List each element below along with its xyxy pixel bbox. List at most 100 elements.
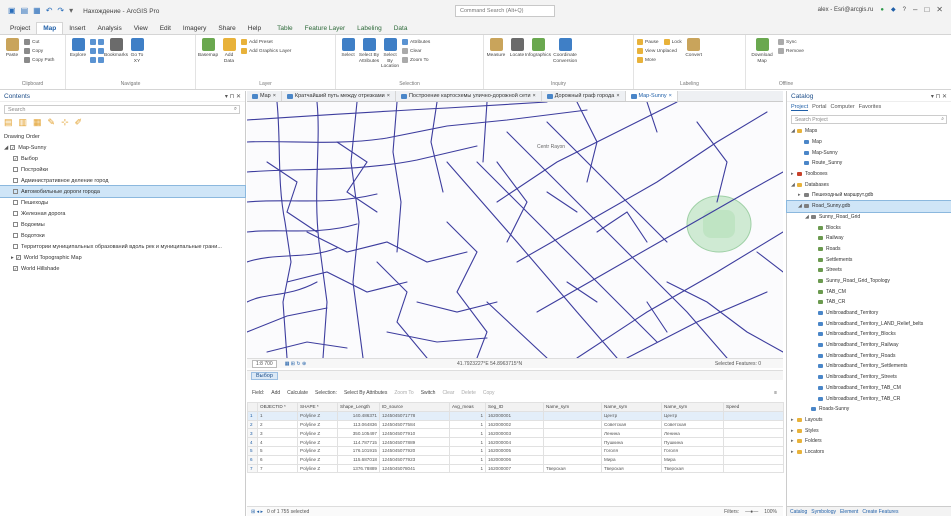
full-extent-button[interactable]: [90, 48, 104, 54]
layer-item[interactable]: Административное деление город: [0, 175, 245, 186]
more-labeling-button[interactable]: More: [637, 57, 682, 63]
save-icon[interactable]: ▦: [33, 7, 41, 15]
layer-visibility-checkbox[interactable]: [13, 189, 18, 194]
layer-item[interactable]: ✓ Выбор: [0, 153, 245, 164]
tab-close-icon[interactable]: ×: [669, 91, 672, 101]
tree-expander-icon[interactable]: ▸: [791, 438, 795, 444]
table-cell[interactable]: 162000003: [485, 428, 544, 439]
layer-visibility-checkbox[interactable]: [13, 178, 18, 183]
table-cell[interactable]: 1: [449, 410, 486, 421]
table-cell[interactable]: 7: [257, 463, 298, 474]
row-number[interactable]: 6: [247, 454, 258, 465]
delete-link[interactable]: Delete: [461, 390, 475, 396]
table-cell[interactable]: 350.105497: [337, 428, 380, 439]
table-cell[interactable]: Гоголя: [601, 445, 662, 456]
table-cell[interactable]: 1245045077920: [379, 445, 450, 456]
tree-expander-icon[interactable]: ▸: [791, 428, 795, 434]
add-preset-button[interactable]: Add Preset: [241, 39, 291, 45]
catalog-item[interactable]: ▸ Toolboxes: [787, 169, 951, 180]
table-cell[interactable]: 162000001: [485, 410, 544, 421]
clear-selection-button[interactable]: Clear: [402, 48, 430, 54]
table-nav-icons[interactable]: ⊞ ◂ ▸: [251, 509, 263, 515]
search-icon[interactable]: ⌕: [234, 106, 237, 113]
table-cell[interactable]: 1: [449, 463, 486, 474]
table-row[interactable]: 1 1 Polyline Z 140.486371 1245045071778 1 1620…: [247, 410, 784, 421]
column-header[interactable]: Avg_meas: [449, 402, 486, 412]
bottom-pane-tab[interactable]: Element: [840, 509, 858, 515]
catalog-item[interactable]: TAB_CM: [787, 286, 951, 297]
notification-icon[interactable]: ●: [880, 7, 884, 13]
row-number[interactable]: 4: [247, 437, 258, 447]
ribbon-tab[interactable]: Feature Layer: [299, 23, 351, 34]
catalog-item[interactable]: Unibroadband_Territory_Blocks: [787, 329, 951, 340]
table-cell[interactable]: Советская: [601, 419, 662, 430]
table-cell[interactable]: Мира: [661, 454, 724, 465]
table-cell[interactable]: Polyline Z: [297, 410, 338, 421]
minimize-icon[interactable]: –: [913, 5, 917, 14]
copy-link[interactable]: Copy: [483, 390, 495, 396]
catalog-item[interactable]: Unibroadband_Territory_TAB_CR: [787, 393, 951, 404]
table-cell[interactable]: Центр: [601, 410, 662, 421]
tree-expander-icon[interactable]: ▸: [791, 171, 795, 177]
catalog-item[interactable]: Unibroadband_Territory_LAND_Relief_belts: [787, 318, 951, 329]
column-header[interactable]: Seg_ID: [485, 402, 544, 412]
ribbon-tab[interactable]: Edit: [154, 23, 177, 34]
tree-expander-icon[interactable]: ◢: [791, 128, 795, 134]
table-cell[interactable]: 5: [257, 445, 298, 456]
table-cell[interactable]: 176.101915: [337, 445, 380, 456]
catalog-item[interactable]: ▸ Styles: [787, 425, 951, 436]
table-cell[interactable]: Мира: [601, 454, 662, 465]
map-tab[interactable]: Дорожный граф города ×: [542, 91, 626, 101]
ribbon-tab[interactable]: View: [128, 23, 154, 34]
map-tab[interactable]: Map-Sunny ×: [625, 91, 678, 101]
attribute-table-tab[interactable]: Выбор: [247, 370, 783, 380]
catalog-item[interactable]: Route_Sunny: [787, 158, 951, 169]
open-project-icon[interactable]: ▤: [21, 7, 29, 15]
bottom-pane-tab[interactable]: Symbology: [811, 509, 836, 515]
table-cell[interactable]: [543, 419, 602, 430]
column-header[interactable]: Name_sym: [601, 402, 662, 412]
table-cell[interactable]: Polyline Z: [297, 428, 338, 439]
catalog-item[interactable]: Unibroadband_Territory_Streets: [787, 372, 951, 383]
copy-path-button[interactable]: Copy Path: [24, 57, 54, 63]
layer-item[interactable]: Водотоки: [0, 230, 245, 241]
layer-visibility-checkbox[interactable]: [13, 222, 18, 227]
table-cell[interactable]: Polyline Z: [297, 454, 338, 465]
table-cell[interactable]: 1245045071778: [379, 410, 450, 421]
map-tab[interactable]: Построение картосхемы улично-дорожной се…: [396, 91, 542, 101]
table-cell[interactable]: Тверская: [543, 463, 602, 474]
table-cell[interactable]: Гоголя: [661, 445, 724, 456]
table-menu-icon[interactable]: ≡: [774, 390, 777, 396]
list-by-editing-icon[interactable]: ✎: [48, 118, 56, 127]
table-cell[interactable]: Центр: [661, 410, 724, 421]
catalog-item[interactable]: ◢ Road_Sunny.gdb: [786, 199, 951, 213]
sync-button[interactable]: Sync: [778, 39, 804, 45]
list-by-labeling-icon[interactable]: ✐: [75, 118, 83, 127]
table-cell[interactable]: [723, 445, 784, 456]
list-by-selection-icon[interactable]: ▦: [33, 118, 42, 127]
map-nav-icons[interactable]: ▦ ⊞ ↻ ⊕: [285, 361, 306, 367]
table-cell[interactable]: Тверская: [661, 463, 724, 474]
layer-visibility-checkbox[interactable]: ✓: [13, 156, 18, 161]
search-icon[interactable]: ⌕: [941, 116, 944, 122]
table-cell[interactable]: 6: [257, 454, 298, 465]
table-cell[interactable]: [543, 454, 602, 465]
table-cell[interactable]: [543, 428, 602, 439]
table-cell[interactable]: 1245045077889: [379, 437, 450, 447]
catalog-item[interactable]: Settlements: [787, 254, 951, 265]
catalog-tab[interactable]: Favorites: [859, 104, 882, 111]
tree-expander-icon[interactable]: ▸: [791, 449, 795, 455]
tree-expander-icon[interactable]: ◢: [805, 214, 809, 220]
layer-visibility-checkbox[interactable]: [13, 167, 18, 172]
table-cell[interactable]: [543, 445, 602, 456]
table-cell[interactable]: 1: [449, 419, 486, 430]
tree-expander-icon[interactable]: ◢: [791, 182, 795, 188]
table-cell[interactable]: [723, 463, 784, 474]
table-cell[interactable]: Polyline Z: [297, 445, 338, 456]
zoom-in-button[interactable]: [90, 39, 104, 45]
map-tab[interactable]: Map ×: [247, 91, 282, 101]
row-number[interactable]: 7: [247, 463, 258, 474]
calculate-field-button[interactable]: Calculate: [287, 390, 308, 396]
table-cell[interactable]: 1245045077910: [379, 428, 450, 439]
scale-dropdown[interactable]: 1:8 700: [252, 359, 277, 368]
